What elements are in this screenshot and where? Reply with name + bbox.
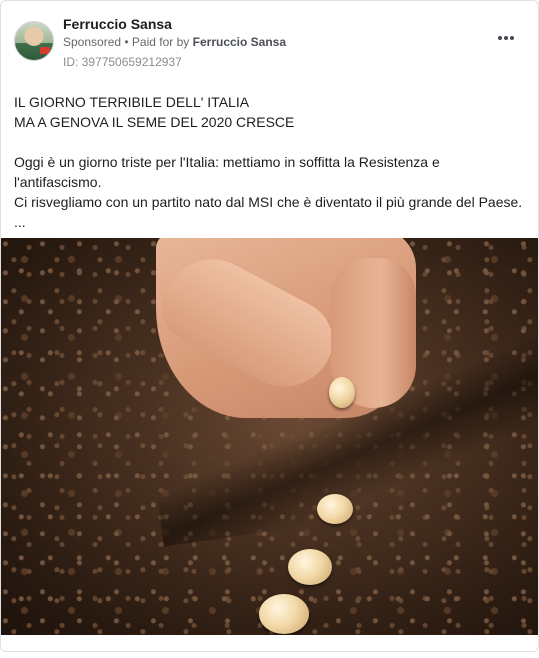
headline-line-1: IL GIORNO TERRIBILE DELL' ITALIA — [14, 94, 250, 110]
body-line-3: Ci risvegliamo con un partito nato dal M… — [14, 194, 523, 210]
seed — [259, 594, 309, 634]
sponsored-meta: Sponsored • Paid for by Ferruccio Sansa — [63, 35, 286, 49]
post-text: IL GIORNO TERRIBILE DELL' ITALIA MA A GE… — [1, 81, 538, 232]
seed — [329, 377, 355, 408]
headline-line-2: MA A GENOVA IL SEME DEL 2020 CRESCE — [14, 114, 295, 130]
post-image-hand-planting-seeds[interactable] — [1, 238, 538, 635]
body-line-1: Oggi è un giorno triste per l'Italia: me… — [14, 154, 440, 170]
sponsored-label: Sponsored — [63, 35, 122, 49]
seed — [317, 494, 353, 524]
body-line-2: l'antifascismo. — [14, 174, 102, 190]
paid-by-name[interactable]: Ferruccio Sansa — [193, 35, 286, 49]
post-header: Ferruccio Sansa Sponsored • Paid for by … — [1, 1, 538, 81]
ad-id: ID: 397750659212937 — [63, 55, 182, 69]
profile-avatar[interactable] — [14, 21, 54, 61]
sponsored-post-card: Ferruccio Sansa Sponsored • Paid for by … — [0, 0, 539, 652]
author-name[interactable]: Ferruccio Sansa — [63, 16, 172, 32]
avatar-flag-icon — [40, 47, 50, 54]
paid-for-prefix: • Paid for by — [124, 35, 190, 49]
more-options-icon[interactable] — [494, 29, 518, 47]
card-footer-strip — [1, 635, 538, 651]
seed — [288, 549, 332, 585]
see-more-ellipsis[interactable]: ... — [14, 212, 525, 232]
